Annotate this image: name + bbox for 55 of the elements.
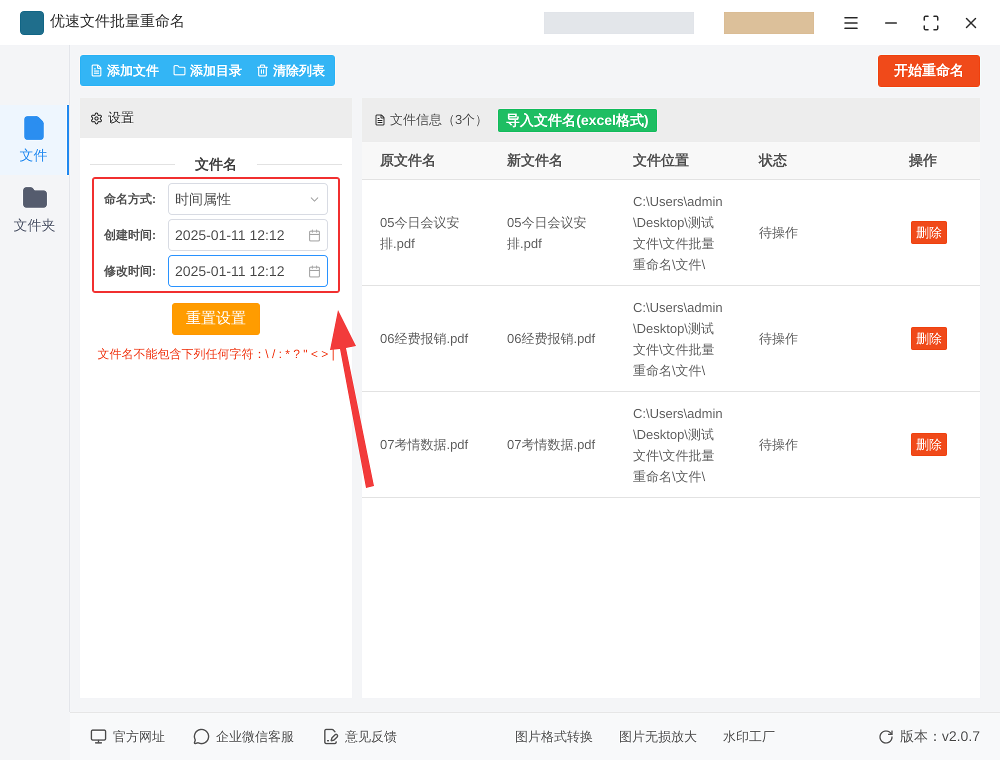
calendar-icon [308, 264, 321, 278]
file-icon [374, 114, 386, 126]
settings-icon [90, 112, 103, 124]
panel-title: 文件信息（3个） [390, 111, 488, 130]
table-cell-text: 05今日会议安排.pdf [380, 214, 460, 253]
column-header: 状态 [759, 151, 788, 170]
table-cell-text: 07考情数据.pdf [507, 436, 596, 454]
date-field[interactable]: 2025-01-11 12:12 [168, 219, 328, 251]
table-cell-text: C:\Users\admin\Desktop\测试文件\文件批量重命名\文件\ [633, 404, 723, 486]
maximize-icon[interactable] [922, 14, 940, 32]
delete-button[interactable]: 删除 [911, 327, 947, 350]
table-cell-text: 06经费报销.pdf [380, 330, 470, 348]
table-cell-text: 07考情数据.pdf [380, 436, 470, 454]
sidebar-item[interactable]: 文件夹 [0, 175, 69, 245]
table-cell-text: 06经费报销.pdf [507, 330, 596, 348]
select-field[interactable]: 时间属性 [168, 183, 328, 215]
table-cell-text: 待操作 [759, 436, 799, 454]
window-title: 优速文件批量重命名 [50, 12, 185, 32]
footer-link[interactable]: 水印工厂 [723, 726, 775, 746]
folder-icon [22, 184, 48, 210]
field-label: 创建时间: [104, 227, 157, 244]
calendar-icon [308, 228, 321, 242]
version-text: 版本：v2.0.7 [900, 727, 980, 746]
table-cell-text: 05今日会议安排.pdf [507, 214, 588, 253]
column-header: 原文件名 [380, 151, 437, 170]
table-cell-text: 待操作 [759, 330, 799, 348]
document-icon [322, 728, 339, 745]
column-header: 新文件名 [507, 151, 564, 170]
table-cell-text: C:\Users\admin\Desktop\测试文件\文件批量重命名\文件\ [633, 298, 723, 380]
footer-link[interactable]: 图片无损放大 [619, 726, 697, 746]
table-cell-text: C:\Users\admin\Desktop\测试文件\文件批量重命名\文件\ [633, 192, 723, 274]
footer-link[interactable]: 企业微信客服 [193, 726, 294, 746]
section-title: 文件名 [194, 155, 238, 174]
file-icon [90, 64, 103, 77]
monitor-icon [90, 728, 107, 745]
folder-icon [173, 64, 186, 77]
app-logo-icon [20, 10, 44, 34]
chat-icon [193, 728, 210, 745]
footer-link[interactable]: 意见反馈 [322, 726, 397, 746]
start-rename-button[interactable]: 开始重命名 [878, 54, 980, 86]
date-field[interactable]: 2025-01-11 12:12 [168, 255, 328, 287]
field-label: 修改时间: [104, 263, 157, 280]
column-header: 文件位置 [633, 151, 690, 170]
footer-link[interactable]: 图片格式转换 [515, 726, 593, 746]
panel-title: 设置 [108, 109, 134, 128]
footer-link[interactable]: 官方网址 [90, 726, 165, 746]
delete-button[interactable]: 删除 [911, 221, 947, 244]
warning-text: 文件名不能包含下列任何字符：\ / : * ? " < > | [96, 346, 336, 363]
delete-button[interactable]: 删除 [911, 433, 947, 456]
trash-icon [256, 64, 269, 77]
refresh-icon [878, 728, 894, 744]
field-label: 命名方式: [104, 191, 157, 208]
column-header: 操作 [909, 151, 938, 170]
table-cell-text: 待操作 [759, 224, 799, 242]
sidebar-item[interactable]: 文件 [0, 105, 69, 175]
